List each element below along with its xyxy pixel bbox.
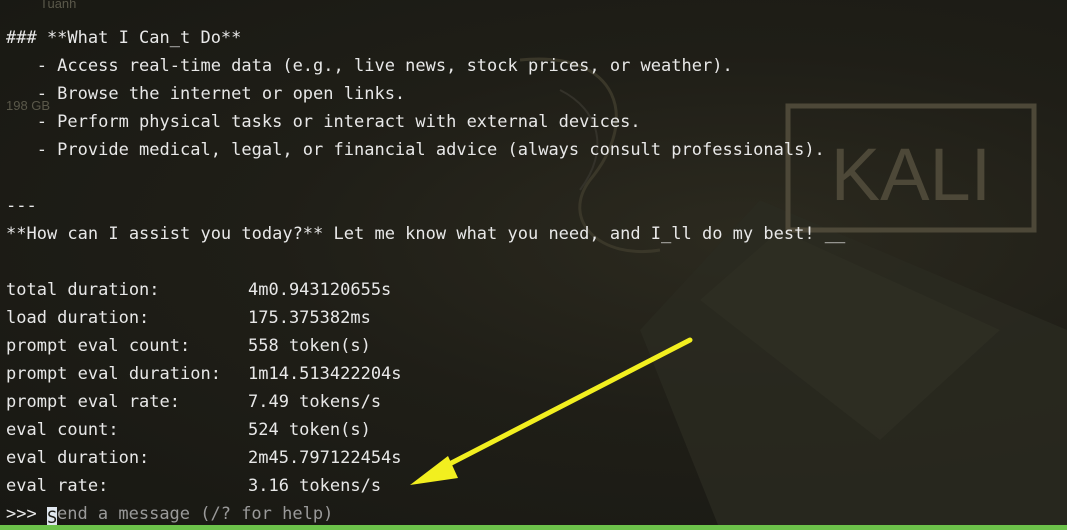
stat-label: eval count: (6, 420, 119, 440)
message-input[interactable]: >>> Send a message (/? for help) (6, 500, 334, 529)
stat-row: prompt eval rate: 7.49 tokens/s (6, 388, 381, 416)
stat-value: 2m45.797122454s (248, 448, 402, 468)
separator-line: --- (6, 196, 37, 216)
stat-row: load duration: 175.375382ms (6, 304, 371, 332)
stat-value: 175.375382ms (248, 308, 371, 328)
stat-row: eval rate: 3.16 tokens/s (6, 472, 381, 500)
bullet-line: - Browse the internet or open links. (6, 84, 406, 104)
stat-label: prompt eval count: (6, 336, 191, 356)
input-placeholder: end a message (/? for help) (56, 504, 334, 524)
stat-label: eval duration: (6, 448, 150, 468)
stat-value: 558 token(s) (248, 336, 371, 356)
stat-label: total duration: (6, 280, 160, 300)
stat-row: eval count: 524 token(s) (6, 416, 371, 444)
prompt-symbol: >>> (6, 504, 37, 524)
closing-line: **How can I assist you today?** Let me k… (6, 224, 846, 244)
terminal-output: ### **What I Can_t Do** - Access real-ti… (0, 0, 1067, 530)
heading-line: ### **What I Can_t Do** (6, 28, 242, 48)
stat-value: 7.49 tokens/s (248, 392, 382, 412)
stat-value: 4m0.943120655s (248, 280, 392, 300)
stat-row: eval duration: 2m45.797122454s (6, 444, 402, 472)
stat-row: prompt eval duration: 1m14.513422204s (6, 360, 402, 388)
stat-value: 3.16 tokens/s (248, 476, 382, 496)
stat-value: 1m14.513422204s (248, 364, 402, 384)
stat-label: eval rate: (6, 476, 109, 496)
bullet-line: - Access real-time data (e.g., live news… (6, 56, 733, 76)
stat-row: total duration: 4m0.943120655s (6, 276, 391, 304)
stat-label: prompt eval duration: (6, 364, 221, 384)
stat-label: load duration: (6, 308, 150, 328)
stat-label: prompt eval rate: (6, 392, 180, 412)
bullet-line: - Perform physical tasks or interact wit… (6, 112, 641, 132)
status-bar-accent (0, 525, 1067, 530)
stat-row: prompt eval count: 558 token(s) (6, 332, 371, 360)
stat-value: 524 token(s) (248, 420, 371, 440)
bullet-line: - Provide medical, legal, or financial a… (6, 140, 825, 160)
